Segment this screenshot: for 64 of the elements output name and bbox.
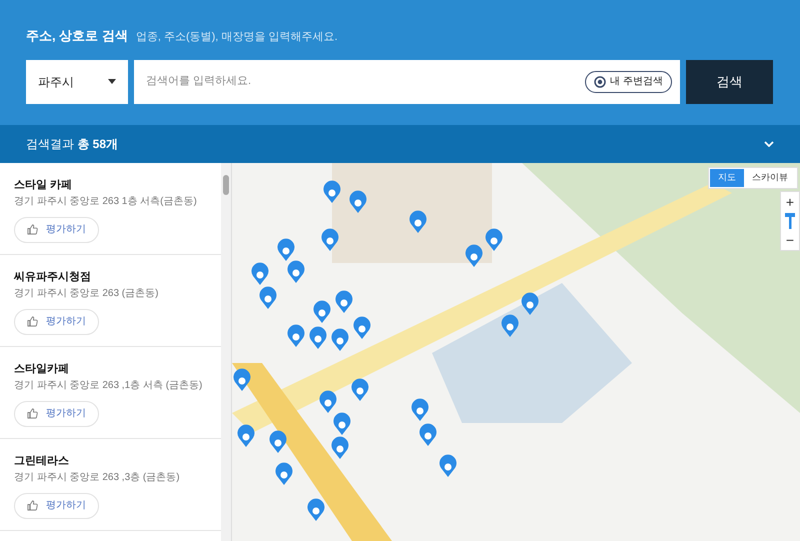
search-input[interactable]: 검색어를 입력하세요. xyxy=(146,73,578,90)
map-pin-icon[interactable] xyxy=(234,368,250,391)
map-pin-icon[interactable] xyxy=(440,454,456,477)
map-pin-icon[interactable] xyxy=(336,290,352,313)
map-pin-icon[interactable] xyxy=(332,328,348,351)
thumbs-up-icon xyxy=(27,224,38,235)
map-pin-icon[interactable] xyxy=(324,180,340,203)
map-pin-icon[interactable] xyxy=(260,286,276,309)
caret-icon xyxy=(108,79,116,84)
map-pin-icon[interactable] xyxy=(332,436,348,459)
map-pin-icon[interactable] xyxy=(288,260,304,283)
map-pin-icon[interactable] xyxy=(276,462,292,485)
nearby-search-button[interactable]: 내 주변검색 xyxy=(585,70,672,92)
result-address: 경기 파주시 중앙로 263 ,1층 서측 (금촌동) xyxy=(14,378,204,392)
map-pin-icon[interactable] xyxy=(322,228,338,251)
zoom-out-button[interactable]: − xyxy=(786,230,794,250)
location-target-icon xyxy=(594,76,606,88)
map-pin-icon[interactable] xyxy=(352,378,368,401)
result-address: 경기 파주시 중앙로 263 (금촌동) xyxy=(14,286,160,300)
map-pin-icon[interactable] xyxy=(270,430,286,453)
zoom-slider-icon[interactable] xyxy=(784,212,796,230)
result-name: 씨유파주시청점 xyxy=(14,270,92,285)
chevron-down-icon xyxy=(764,141,774,147)
map-pin-icon[interactable] xyxy=(252,262,268,285)
map-pin-icon[interactable] xyxy=(522,292,538,315)
zoom-in-button[interactable]: + xyxy=(786,192,794,212)
thumbs-up-icon xyxy=(27,500,38,511)
map-pin-icon[interactable] xyxy=(410,210,426,233)
thumbs-up-icon xyxy=(27,316,38,327)
map-pin-icon[interactable] xyxy=(466,244,482,267)
map-pin-icon[interactable] xyxy=(412,398,428,421)
result-name: 스타일카페 xyxy=(14,362,70,377)
result-address: 경기 파주시 중앙로 263 1층 서측(금촌동) xyxy=(14,194,198,208)
results-count: 검색결과 총 58개 xyxy=(26,136,118,153)
rate-button[interactable]: 평가하기 xyxy=(14,216,99,242)
map-pin-icon[interactable] xyxy=(288,324,304,347)
map-pin-icon[interactable] xyxy=(486,228,502,251)
thumbs-up-icon xyxy=(27,408,38,419)
map-type-tab[interactable]: 지도 xyxy=(710,169,744,187)
rate-button[interactable]: 평가하기 xyxy=(14,492,99,518)
search-field[interactable]: 검색어를 입력하세요. 내 주변검색 xyxy=(134,60,680,104)
map-pin-icon[interactable] xyxy=(278,238,294,261)
map-pin-icon[interactable] xyxy=(308,498,324,521)
rate-button[interactable]: 평가하기 xyxy=(14,400,99,426)
result-name: 그린테라스 xyxy=(14,454,70,469)
map-pin-icon[interactable] xyxy=(350,190,366,213)
map-pin-icon[interactable] xyxy=(238,424,254,447)
map-pin-icon[interactable] xyxy=(502,314,518,337)
result-name: 스타일 카페 xyxy=(14,178,74,193)
region-select[interactable]: 파주시 xyxy=(26,60,128,104)
map-pin-icon[interactable] xyxy=(420,424,436,446)
search-button[interactable]: 검색 xyxy=(686,60,773,104)
map-pin-icon[interactable] xyxy=(354,316,370,339)
map-pin-icon[interactable] xyxy=(320,390,336,413)
map-pin-icon[interactable] xyxy=(310,326,326,349)
results-bar[interactable]: 검색결과 총 58개 xyxy=(0,125,800,163)
map-pin-icon[interactable] xyxy=(314,300,330,323)
search-hint: 업종, 주소(동별), 매장명을 입력해주세요. xyxy=(136,30,338,45)
map-pin-icon[interactable] xyxy=(334,412,350,435)
rate-button[interactable]: 평가하기 xyxy=(14,308,99,334)
result-address: 경기 파주시 중앙로 263 ,3층 (금촌동) xyxy=(14,470,181,484)
scrollbar[interactable] xyxy=(221,163,231,541)
map-view[interactable]: 지도 스카이뷰 + − xyxy=(232,163,800,541)
search-title: 주소, 상호로 검색 xyxy=(26,27,128,45)
